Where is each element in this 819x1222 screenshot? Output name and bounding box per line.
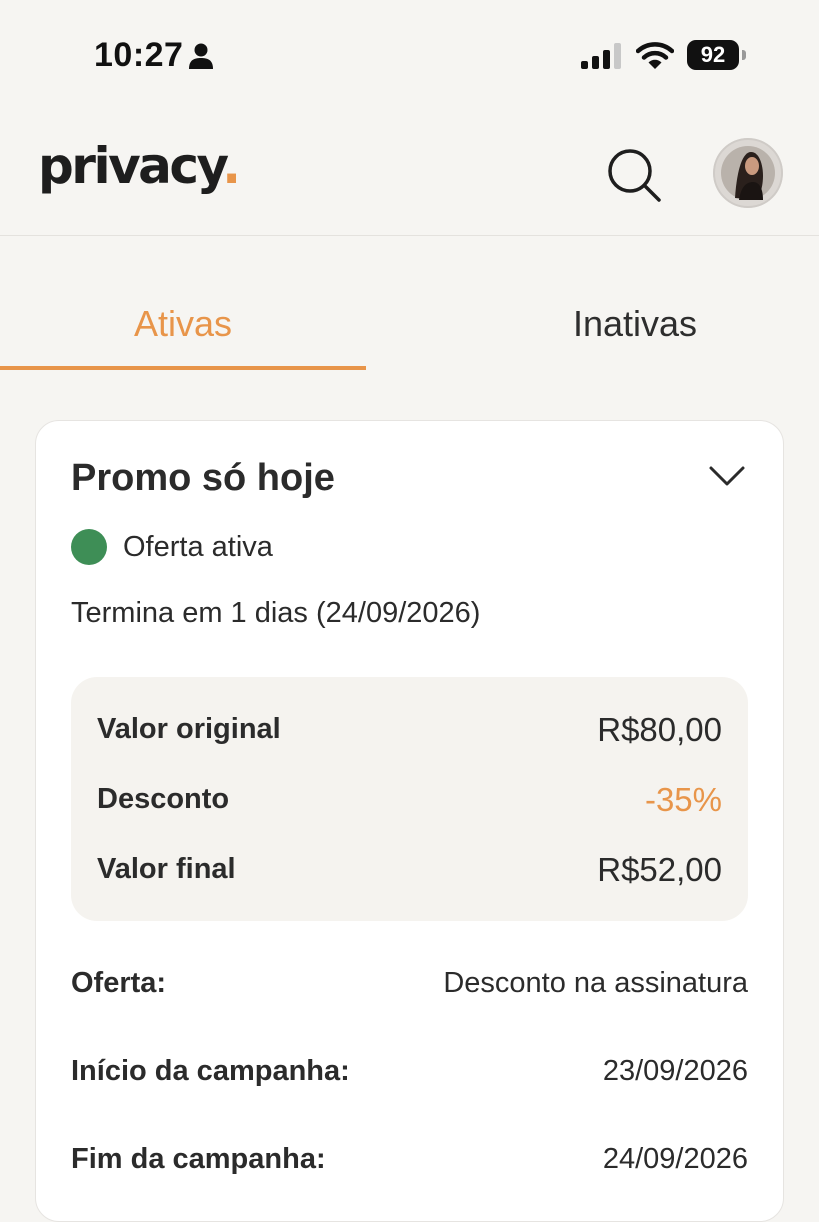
price-label: Desconto <box>97 783 230 815</box>
price-summary: Valor original R$80,00 Desconto -35% Val… <box>71 677 748 921</box>
promotion-title: Promo só hoje <box>71 457 335 499</box>
logo[interactable]: privacy. <box>38 137 241 195</box>
detail-value: 23/09/2026 <box>602 1055 748 1087</box>
battery-icon: 92 <box>687 40 747 70</box>
discount-value: -35% <box>644 781 722 818</box>
status-bar: 10:27 92 <box>0 0 819 105</box>
detail-label: Fim da campanha: <box>71 1143 326 1175</box>
detail-row-offer: Oferta: Desconto na assinatura <box>71 967 748 1007</box>
wifi-icon <box>636 42 674 69</box>
tab-bar: Ativas Inativas <box>0 280 819 370</box>
battery-level: 92 <box>700 42 726 67</box>
ends-in-text: Termina em 1 dias (24/09/2026) <box>71 597 481 629</box>
promotion-card[interactable]: Promo só hoje Oferta ativa Termina em 1 … <box>35 420 784 1222</box>
detail-row-end: Fim da campanha: 24/09/2026 <box>71 1143 748 1183</box>
logo-dot: . <box>222 137 241 195</box>
search-icon[interactable] <box>604 145 664 205</box>
detail-value: 24/09/2026 <box>602 1143 748 1175</box>
detail-value: Desconto na assinatura <box>443 967 748 999</box>
price-label: Valor final <box>97 853 236 885</box>
tab-inativas[interactable]: Inativas <box>455 280 815 368</box>
logo-text: privacy <box>38 137 225 195</box>
status-time: 10:27 <box>94 36 184 74</box>
cellular-signal-icon <box>581 43 621 69</box>
avatar-image <box>713 138 783 208</box>
price-value: R$52,00 <box>597 851 722 888</box>
price-row-discount: Desconto -35% <box>97 781 722 823</box>
detail-label: Início da campanha: <box>71 1055 350 1087</box>
avatar[interactable] <box>713 138 783 208</box>
price-label: Valor original <box>97 713 281 745</box>
app-header: privacy. <box>0 105 819 236</box>
chevron-down-icon[interactable] <box>708 463 746 489</box>
person-icon <box>189 43 213 69</box>
detail-row-start: Início da campanha: 23/09/2026 <box>71 1055 748 1095</box>
price-row-original: Valor original R$80,00 <box>97 711 722 753</box>
status-dot-icon <box>71 529 107 565</box>
price-value: R$80,00 <box>597 711 722 748</box>
price-row-final: Valor final R$52,00 <box>97 851 722 893</box>
detail-label: Oferta: <box>71 967 167 999</box>
tab-ativas[interactable]: Ativas <box>0 280 366 370</box>
status-label: Oferta ativa <box>123 531 273 563</box>
